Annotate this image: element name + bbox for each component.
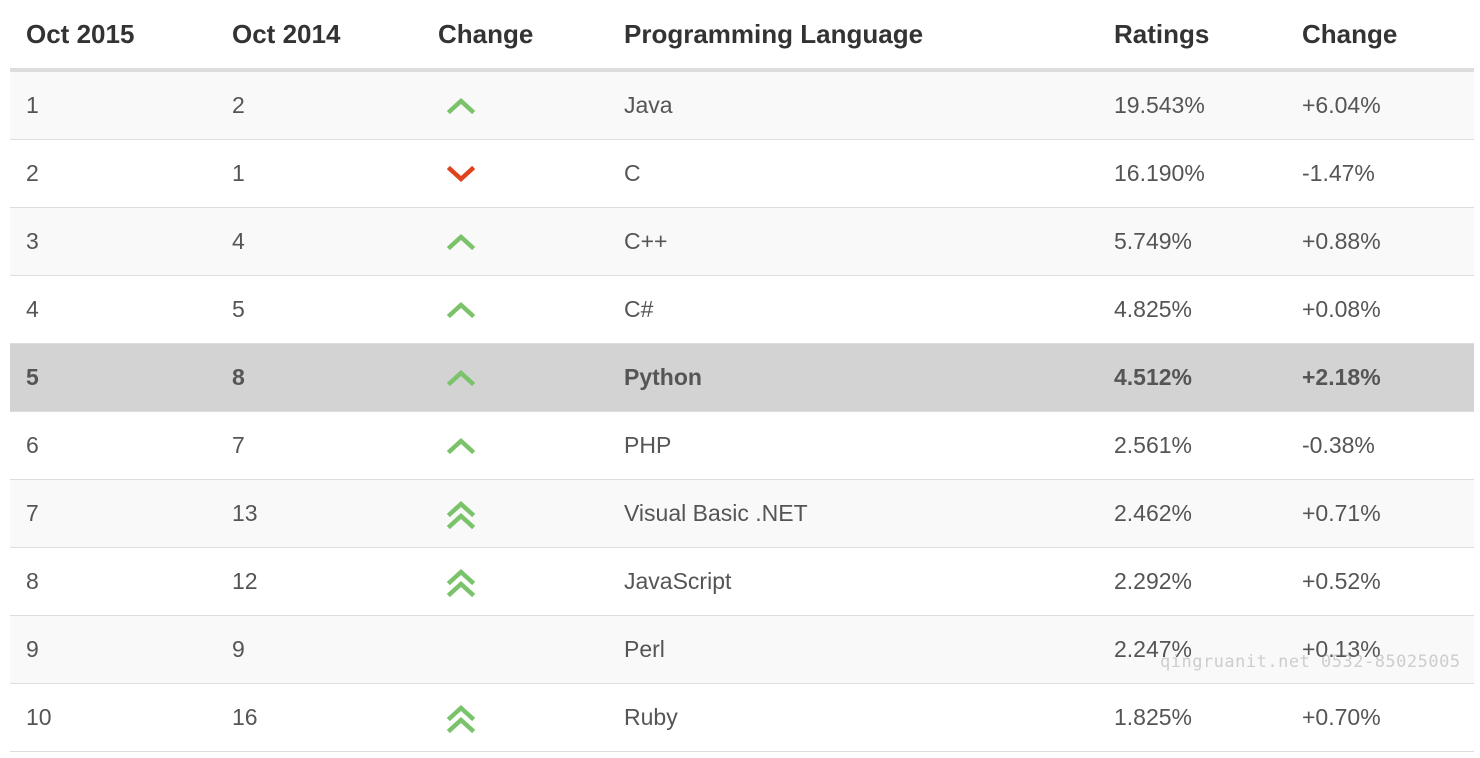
rank-current: 6 <box>10 411 216 480</box>
rating-change: +0.70% <box>1286 683 1474 752</box>
header-oct-2014: Oct 2014 <box>216 0 422 72</box>
rating-value: 2.247% <box>1098 615 1286 684</box>
chevron-up-icon <box>446 436 608 456</box>
language-name: Ruby <box>608 683 1098 752</box>
rank-previous: 12 <box>216 547 422 616</box>
table-row: 5 8 Python 4.512% +2.18% <box>10 343 1474 412</box>
rating-change: +0.71% <box>1286 479 1474 548</box>
rank-current: 8 <box>10 547 216 616</box>
rating-value: 19.543% <box>1098 70 1286 140</box>
rank-change <box>422 615 608 684</box>
rating-change: -1.47% <box>1286 139 1474 208</box>
table-row: 2 1 C 16.190% -1.47% <box>10 139 1474 208</box>
rating-value: 16.190% <box>1098 139 1286 208</box>
rank-previous: 1 <box>216 139 422 208</box>
rating-change: +0.08% <box>1286 275 1474 344</box>
table-row: 3 4 C++ 5.749% +0.88% <box>10 207 1474 276</box>
rank-change <box>422 547 608 616</box>
rank-current: 1 <box>10 70 216 140</box>
rank-current: 10 <box>10 683 216 752</box>
rank-previous: 2 <box>216 70 422 140</box>
rank-previous: 16 <box>216 683 422 752</box>
rank-change <box>422 139 608 208</box>
rank-change <box>422 479 608 548</box>
rating-change: +0.52% <box>1286 547 1474 616</box>
language-name: JavaScript <box>608 547 1098 616</box>
rank-previous: 4 <box>216 207 422 276</box>
header-rating-change: Change <box>1286 0 1474 72</box>
language-name: PHP <box>608 411 1098 480</box>
rating-value: 1.825% <box>1098 683 1286 752</box>
table-row: 8 12 JavaScript 2.292% +0.52% <box>10 547 1474 616</box>
double-chevron-up-icon <box>446 499 608 529</box>
table-row: 7 13 Visual Basic .NET 2.462% +0.71% <box>10 479 1474 548</box>
language-name: Visual Basic .NET <box>608 479 1098 548</box>
chevron-down-icon <box>446 164 608 184</box>
rank-change <box>422 343 608 412</box>
rank-current: 7 <box>10 479 216 548</box>
table-row: 6 7 PHP 2.561% -0.38% <box>10 411 1474 480</box>
rating-change: +6.04% <box>1286 70 1474 140</box>
double-chevron-up-icon <box>446 703 608 733</box>
chevron-up-icon <box>446 300 608 320</box>
table-row: 1 2 Java 19.543% +6.04% <box>10 70 1474 140</box>
chevron-up-icon <box>446 96 608 116</box>
language-name: Perl <box>608 615 1098 684</box>
rank-previous: 9 <box>216 615 422 684</box>
rank-current: 3 <box>10 207 216 276</box>
language-name: C <box>608 139 1098 208</box>
chevron-up-icon <box>446 368 608 388</box>
rank-previous: 7 <box>216 411 422 480</box>
rank-current: 5 <box>10 343 216 412</box>
rank-current: 2 <box>10 139 216 208</box>
header-programming-language: Programming Language <box>608 0 1098 72</box>
rank-current: 4 <box>10 275 216 344</box>
language-name: Java <box>608 70 1098 140</box>
rank-previous: 5 <box>216 275 422 344</box>
rank-current: 9 <box>10 615 216 684</box>
rank-change <box>422 70 608 140</box>
rating-change: +0.13% <box>1286 615 1474 684</box>
rank-change <box>422 683 608 752</box>
language-name: Python <box>608 343 1098 412</box>
rating-value: 4.512% <box>1098 343 1286 412</box>
table-row: 4 5 C# 4.825% +0.08% <box>10 275 1474 344</box>
rank-previous: 8 <box>216 343 422 412</box>
double-chevron-up-icon <box>446 567 608 597</box>
table-row: 10 16 Ruby 1.825% +0.70% <box>10 683 1474 752</box>
rating-value: 2.462% <box>1098 479 1286 548</box>
table-header-row: Oct 2015 Oct 2014 Change Programming Lan… <box>10 0 1474 72</box>
rank-change <box>422 275 608 344</box>
header-rank-change: Change <box>422 0 608 72</box>
rank-previous: 13 <box>216 479 422 548</box>
language-name: C# <box>608 275 1098 344</box>
rating-change: +0.88% <box>1286 207 1474 276</box>
header-oct-2015: Oct 2015 <box>10 0 216 72</box>
rating-value: 2.561% <box>1098 411 1286 480</box>
rating-change: -0.38% <box>1286 411 1474 480</box>
rating-value: 4.825% <box>1098 275 1286 344</box>
rating-value: 2.292% <box>1098 547 1286 616</box>
ranking-table: Oct 2015 Oct 2014 Change Programming Lan… <box>10 0 1474 752</box>
rating-change: +2.18% <box>1286 343 1474 412</box>
chevron-up-icon <box>446 232 608 252</box>
language-name: C++ <box>608 207 1098 276</box>
rating-value: 5.749% <box>1098 207 1286 276</box>
rank-change <box>422 207 608 276</box>
header-ratings: Ratings <box>1098 0 1286 72</box>
rank-change <box>422 411 608 480</box>
table-row: 9 9 Perl 2.247% +0.13% <box>10 615 1474 684</box>
